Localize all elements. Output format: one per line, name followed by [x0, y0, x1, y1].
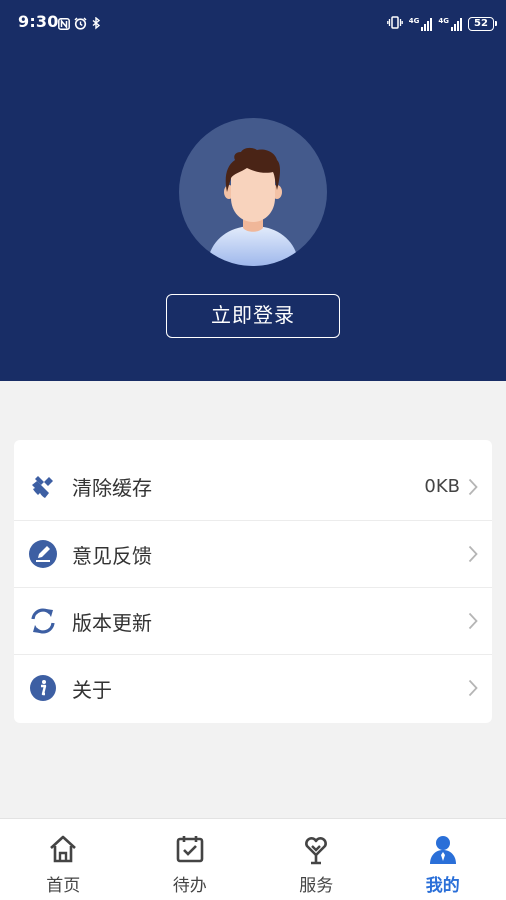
status-right-icons: 4G 4G 52: [386, 14, 497, 33]
profile-header: 9:30 4G 4G 52 立即登录: [0, 0, 506, 381]
profile-screen: 9:30 4G 4G 52 立即登录 清除缓存 0KB 意见反馈 版本更新 关于…: [0, 0, 506, 900]
heart-service-icon: [300, 833, 332, 865]
bottom-nav: 首页 待办 服务 我的: [0, 818, 506, 900]
info-icon: [28, 673, 58, 703]
broom-icon: [28, 472, 58, 502]
user-avatar-icon[interactable]: [179, 118, 327, 266]
menu-item-about[interactable]: 关于: [14, 654, 492, 721]
tab-mine[interactable]: 我的: [380, 819, 506, 900]
status-bar: 9:30 4G 4G 52: [0, 0, 506, 46]
menu-item-label: 关于: [72, 677, 112, 702]
chevron-right-icon: [468, 679, 478, 697]
menu-item-label: 意见反馈: [72, 543, 152, 568]
status-time: 9:30: [18, 12, 59, 31]
vibrate-icon: [386, 14, 403, 33]
nfc-icon: [58, 15, 70, 34]
signal-4g-icon: 4G: [409, 17, 433, 31]
home-icon: [47, 833, 79, 865]
login-button[interactable]: 立即登录: [166, 294, 340, 338]
menu-item-label: 清除缓存: [72, 476, 152, 500]
tab-label: 待办: [172, 876, 207, 896]
menu-item-label: 版本更新: [72, 610, 152, 635]
alarm-icon: [74, 15, 87, 34]
tab-service[interactable]: 服务: [253, 819, 380, 900]
cache-size-value: 0KB: [424, 476, 460, 497]
person-icon: [427, 833, 459, 865]
battery-icon: 52: [468, 16, 497, 31]
menu-item-feedback[interactable]: 意见反馈: [14, 520, 492, 587]
status-left-icons: [58, 15, 101, 34]
chevron-right-icon: [468, 545, 478, 563]
tab-label: 首页: [46, 876, 81, 896]
calendar-check-icon: [174, 833, 206, 865]
tab-label: 服务: [299, 876, 334, 896]
refresh-icon: [28, 606, 58, 636]
settings-menu: 清除缓存 0KB 意见反馈 版本更新 关于: [14, 440, 492, 723]
signal-4g-icon: 4G: [438, 17, 462, 31]
chevron-right-icon: [468, 612, 478, 630]
edit-icon: [28, 539, 58, 569]
chevron-right-icon: [468, 478, 478, 496]
tab-todo[interactable]: 待办: [127, 819, 254, 900]
menu-item-version-update[interactable]: 版本更新: [14, 587, 492, 654]
tab-label: 我的: [425, 876, 460, 896]
bluetooth-icon: [91, 15, 101, 34]
menu-item-clear-cache[interactable]: 清除缓存 0KB: [14, 453, 492, 520]
tab-home[interactable]: 首页: [0, 819, 127, 900]
